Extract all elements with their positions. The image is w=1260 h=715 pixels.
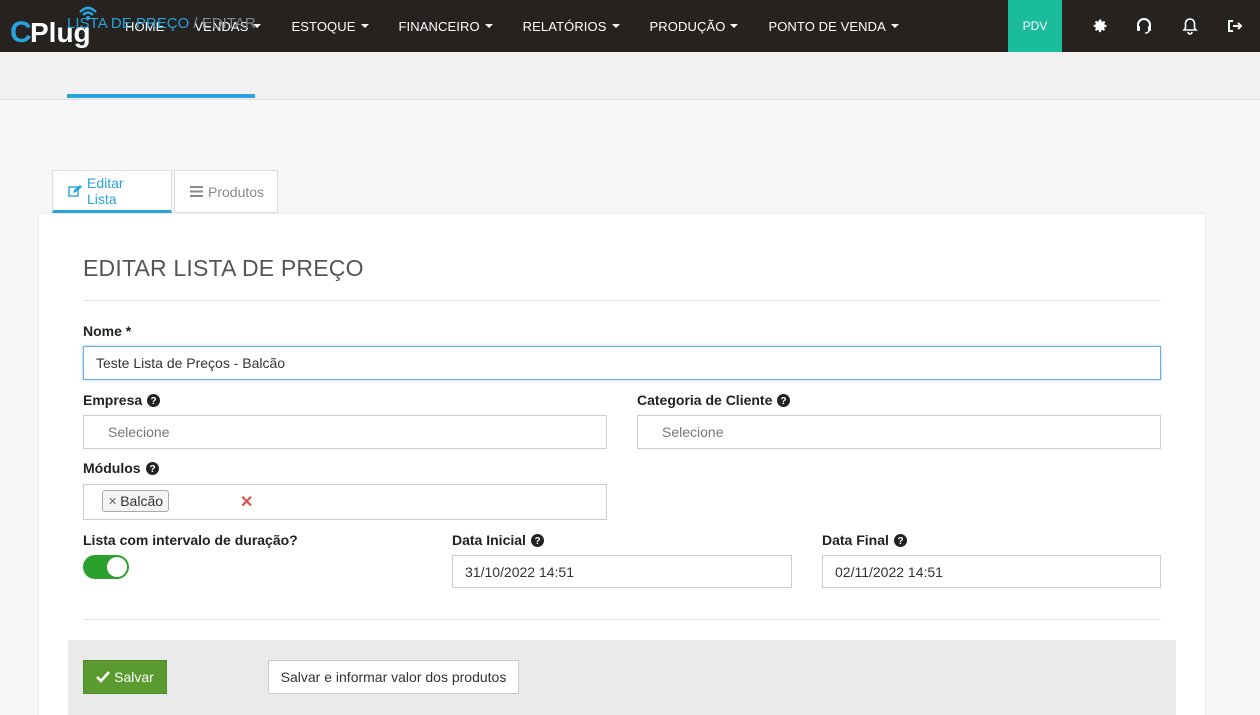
empresa-select[interactable]: Selecione xyxy=(83,415,607,449)
caret-down-icon xyxy=(890,24,899,28)
caret-down-icon xyxy=(730,24,739,28)
pdv-button[interactable]: PDV xyxy=(1008,0,1062,52)
caret-down-icon xyxy=(360,24,369,28)
svg-text:?: ? xyxy=(149,464,155,475)
question-circle-icon[interactable]: ? xyxy=(147,393,161,407)
svg-text:?: ? xyxy=(151,396,157,407)
data-final-input[interactable]: 02/11/2022 14:51 xyxy=(822,555,1161,588)
breadcrumb-link-lista-de-preco[interactable]: LISTA DE PREÇO xyxy=(67,15,189,32)
modulos-label: Módulos ? xyxy=(83,460,159,476)
question-circle-icon[interactable]: ? xyxy=(145,461,159,475)
list-icon xyxy=(190,186,203,197)
breadcrumb-bar xyxy=(0,52,1260,100)
logout-icon[interactable] xyxy=(1225,16,1245,36)
toggle-knob xyxy=(107,557,127,577)
question-circle-icon[interactable]: ? xyxy=(893,533,907,547)
data-final-label: Data Final ? xyxy=(822,532,907,548)
nome-label: Nome * xyxy=(83,323,132,339)
data-inicial-label: Data Inicial ? xyxy=(452,532,544,548)
breadcrumb: LISTA DE PREÇO / EDITAR xyxy=(67,15,256,32)
categoria-cliente-label: Categoria de Cliente ? xyxy=(637,392,791,408)
breadcrumb-underline xyxy=(67,94,255,98)
remove-tag-icon[interactable]: ✕ xyxy=(108,495,117,508)
caret-down-icon xyxy=(611,24,620,28)
clear-selection-icon[interactable]: ✕ xyxy=(240,492,253,512)
svg-text:?: ? xyxy=(534,536,540,547)
form-actions xyxy=(68,640,1176,715)
tab-produtos[interactable]: Produtos xyxy=(174,170,278,213)
nav-financeiro[interactable]: FINANCEIRO xyxy=(384,0,508,52)
save-and-set-prices-button[interactable]: Salvar e informar valor dos produtos xyxy=(268,660,519,694)
intervalo-label: Lista com intervalo de duração? xyxy=(83,532,298,548)
save-button[interactable]: Salvar xyxy=(83,660,167,694)
nav-relatorios[interactable]: RELATÓRIOS xyxy=(508,0,635,52)
divider xyxy=(83,619,1161,620)
nav-producao[interactable]: PRODUÇÃO xyxy=(635,0,754,52)
empresa-label: Empresa ? xyxy=(83,392,161,408)
edit-icon xyxy=(68,184,82,198)
question-circle-icon[interactable]: ? xyxy=(777,393,791,407)
page-title: EDITAR LISTA DE PREÇO xyxy=(83,255,364,281)
check-icon xyxy=(96,671,111,683)
breadcrumb-current: EDITAR xyxy=(201,15,256,32)
caret-down-icon xyxy=(484,24,493,28)
gear-icon[interactable] xyxy=(1090,16,1110,36)
modulo-tag: ✕ Balcão xyxy=(102,490,170,512)
nome-input[interactable]: Teste Lista de Preços - Balcão xyxy=(83,346,1161,380)
categoria-cliente-select[interactable]: Selecione xyxy=(637,415,1161,449)
data-inicial-input[interactable]: 31/10/2022 14:51 xyxy=(452,555,792,588)
svg-text:?: ? xyxy=(781,396,787,407)
divider xyxy=(83,300,1161,301)
svg-text:?: ? xyxy=(897,536,903,547)
question-circle-icon[interactable]: ? xyxy=(530,533,544,547)
svg-text:C: C xyxy=(10,16,32,48)
bell-icon[interactable] xyxy=(1180,16,1200,36)
intervalo-toggle[interactable] xyxy=(83,555,129,579)
nav-ponto-de-venda[interactable]: PONTO DE VENDA xyxy=(753,0,913,52)
tab-editar-lista[interactable]: Editar Lista xyxy=(52,170,172,213)
nav-estoque[interactable]: ESTOQUE xyxy=(276,0,383,52)
headset-icon[interactable] xyxy=(1134,16,1154,36)
